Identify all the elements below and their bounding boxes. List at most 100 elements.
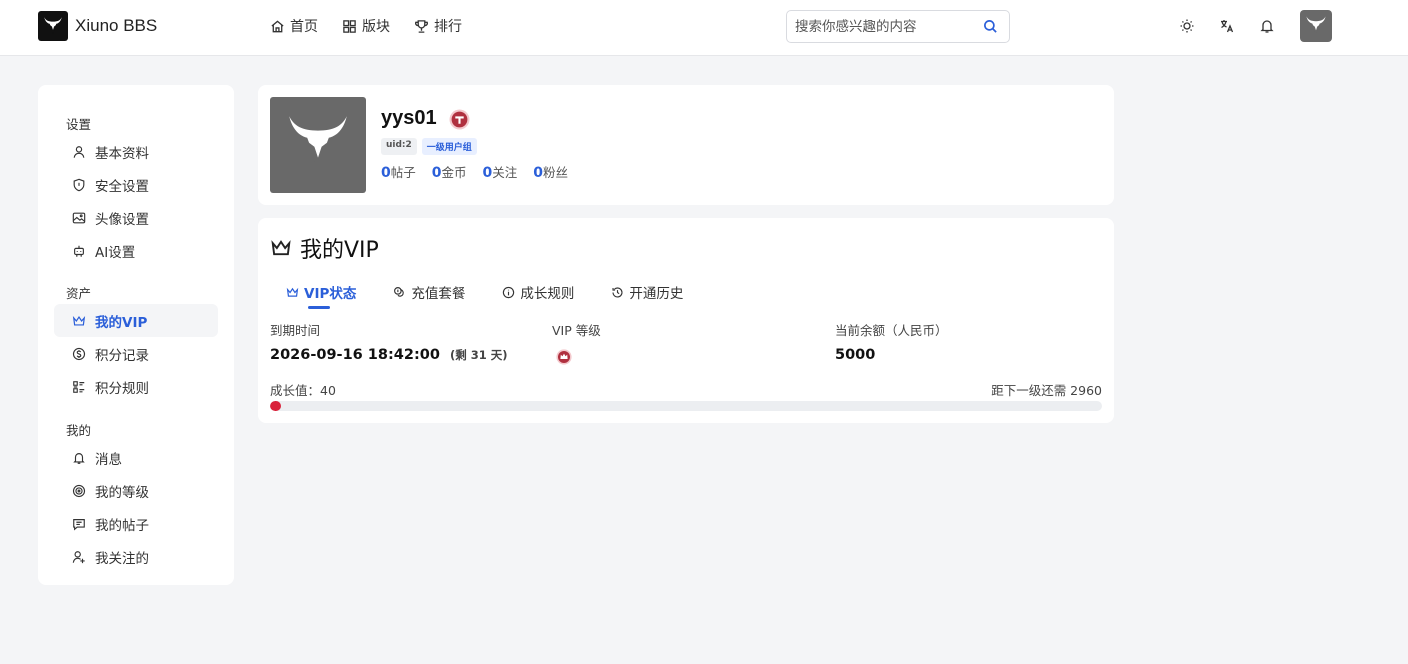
sidebar-item-label: 我关注的 (95, 550, 149, 567)
expire-info: 到期时间 2026-09-16 18:42:00 (剩 31 天) (270, 320, 507, 363)
vip-title-text: 我的VIP (300, 238, 379, 263)
stat-label: 金币 (441, 165, 467, 180)
sidebar-item-points-log[interactable]: 积分记录 (54, 337, 218, 370)
grid-icon (343, 19, 356, 33)
vip-level-label: VIP 等级 (552, 323, 601, 338)
profile-tags: uid:2 一级用户组 (381, 138, 477, 155)
expire-label: 到期时间 (270, 323, 321, 338)
sidebar-group-mine: 我的 (66, 423, 92, 438)
sidebar-item-profile[interactable]: 基本资料 (54, 135, 218, 168)
vip-section-title: 我的VIP (270, 232, 379, 264)
stat-number: 0 (533, 165, 544, 181)
search-button[interactable] (975, 11, 1005, 42)
growth-progress-bar (270, 401, 1102, 411)
site-logo[interactable]: Xiuno BBS (38, 11, 157, 41)
sidebar-item-my-level[interactable]: 我的等级 (54, 474, 218, 507)
stat-label: 关注 (492, 165, 518, 180)
stat-number: 0 (431, 165, 442, 181)
sidebar-item-points-rules[interactable]: 积分规则 (54, 370, 218, 403)
sidebar-item-label: AI设置 (95, 244, 136, 261)
image-icon (72, 212, 86, 223)
sidebar-item-label: 我的帖子 (95, 517, 149, 534)
crown-icon (286, 287, 299, 297)
sidebar-item-ai[interactable]: AI设置 (54, 234, 218, 267)
sidebar-item-my-posts[interactable]: 我的帖子 (54, 507, 218, 540)
user-plus-icon (72, 550, 85, 563)
sidebar-item-label: 基本资料 (95, 145, 149, 162)
notification-button[interactable] (1258, 17, 1276, 35)
growth-value-label: 成长值：40 (270, 383, 336, 398)
vip-tabs: VIP状态 充值套餐 成长规则 开通历史 (286, 280, 683, 309)
search-box (786, 10, 1010, 43)
expire-remaining: (剩 31 天) (449, 348, 508, 362)
user-icon (73, 145, 85, 158)
main-nav: 首页 版块 排行 (270, 16, 462, 36)
sidebar-item-messages[interactable]: 消息 (54, 441, 218, 474)
search-icon (983, 20, 997, 33)
shield-icon (73, 178, 85, 191)
nav-home-label: 首页 (290, 19, 318, 35)
tab-recharge-plans[interactable]: 充值套餐 (393, 280, 465, 304)
sidebar-item-avatar[interactable]: 头像设置 (54, 201, 218, 234)
tab-label: 开通历史 (629, 286, 684, 302)
user-avatar-button[interactable] (1300, 10, 1332, 42)
bull-avatar-icon (1306, 16, 1326, 35)
stat-following[interactable]: 0 关注 (483, 162, 518, 181)
theme-toggle-button[interactable] (1178, 17, 1196, 35)
stat-fans[interactable]: 0 粉丝 (533, 162, 568, 181)
sidebar: 设置 基本资料 安全设置 头像设置 AI设置 资产 我的VIP 积分记录 积分规… (38, 85, 234, 585)
nav-ranking-label: 排行 (434, 19, 462, 35)
uid-tag: uid:2 (381, 138, 417, 155)
sidebar-item-label: 我的VIP (95, 314, 148, 331)
crown-icon (271, 240, 291, 256)
tab-growth-rules[interactable]: 成长规则 (502, 280, 574, 304)
profile-stats: 0 帖子 0 金币 0 关注 0 粉丝 (381, 162, 568, 181)
info-icon (503, 286, 515, 298)
sidebar-item-following[interactable]: 我关注的 (54, 540, 218, 573)
bull-avatar-icon (289, 116, 347, 171)
nav-forums-label: 版块 (362, 19, 390, 35)
site-name: Xiuno BBS (75, 16, 158, 35)
sidebar-item-label: 我的等级 (95, 484, 149, 501)
search-input[interactable] (787, 18, 975, 35)
tab-vip-status[interactable]: VIP状态 (286, 280, 356, 309)
sidebar-item-security[interactable]: 安全设置 (54, 168, 218, 201)
stat-label: 帖子 (390, 165, 416, 180)
vip-badge-icon (449, 109, 470, 130)
stat-coins[interactable]: 0 金币 (432, 162, 467, 181)
nav-forums[interactable]: 版块 (342, 16, 390, 36)
stat-label: 粉丝 (543, 165, 569, 180)
sidebar-item-label: 积分规则 (95, 380, 149, 397)
tab-purchase-history[interactable]: 开通历史 (611, 280, 683, 304)
nav-ranking[interactable]: 排行 (414, 16, 462, 36)
crown-icon (72, 315, 86, 326)
sidebar-group-settings: 设置 (66, 117, 92, 132)
user-group-tag: 一级用户组 (421, 138, 477, 155)
sidebar-item-my-vip[interactable]: 我的VIP (54, 304, 218, 337)
stat-number: 0 (482, 165, 493, 181)
balance-label: 当前余额（人民币） (835, 323, 948, 338)
coin-icon (72, 347, 86, 360)
sidebar-group-assets: 资产 (66, 286, 92, 301)
translate-icon (1221, 20, 1234, 33)
top-bar: Xiuno BBS 首页 版块 排行 (0, 0, 1408, 56)
balance-value: 5000 (835, 347, 876, 363)
tab-label: 充值套餐 (411, 286, 466, 302)
sun-icon (1180, 19, 1194, 33)
home-icon (271, 19, 284, 32)
sidebar-item-label: 积分记录 (95, 347, 149, 364)
profile-avatar (270, 97, 366, 193)
sidebar-item-label: 消息 (95, 451, 122, 468)
vip-level-info: VIP 等级 (552, 320, 601, 365)
tab-label: 成长规则 (520, 286, 575, 302)
growth-progress-fill (270, 401, 281, 411)
bell-icon (73, 452, 85, 464)
list-icon (73, 380, 85, 393)
robot-icon (74, 245, 84, 257)
vip-level-badge-icon (556, 349, 572, 365)
language-button[interactable] (1218, 17, 1236, 35)
stat-posts[interactable]: 0 帖子 (381, 162, 416, 181)
nav-home[interactable]: 首页 (270, 16, 318, 36)
stat-number: 0 (381, 165, 391, 181)
coins-icon (394, 286, 405, 297)
